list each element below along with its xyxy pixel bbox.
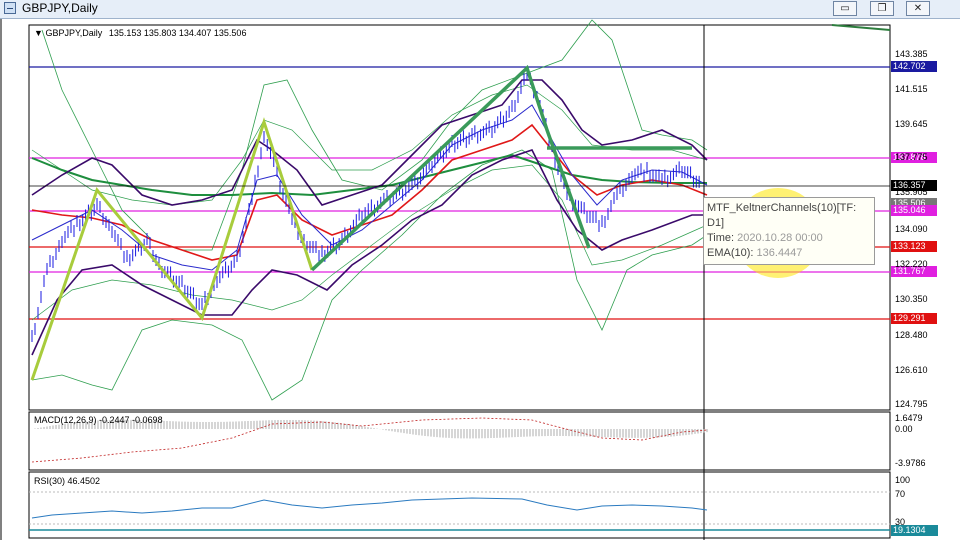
price-axis-label: 135.905 (895, 187, 928, 197)
trendline-lime (30, 117, 314, 381)
price-axis-label: 130.350 (895, 294, 928, 304)
price-axis-label: 124.795 (895, 399, 928, 409)
tooltip-time-label: Time: (707, 232, 735, 244)
close-button[interactable]: ✕ (906, 1, 930, 16)
rsi-panel-border (28, 471, 891, 539)
price-axis-label: 139.645 (895, 119, 928, 129)
tooltip-time-value: 2020.10.28 00:00 (737, 232, 823, 244)
indicator-tooltip: MTF_KeltnerChannels(10)[TF: D1] Time: 20… (703, 197, 875, 265)
rsi-value-badge: 19.1304 (891, 525, 938, 536)
hline-badge-142.702: 142.702 (891, 61, 937, 72)
offchart-ma-segment (831, 24, 891, 31)
header-symbol: GBPJPY,Daily (45, 28, 103, 38)
tooltip-indicator-name: MTF_KeltnerChannels(10)[TF: (707, 202, 857, 214)
macd-axis-bottom: -3.9786 (895, 458, 926, 468)
rsi-line (31, 497, 708, 519)
chart-canvas[interactable] (2, 19, 960, 540)
header-ohlc: 135.153 135.803 134.407 135.506 (108, 28, 247, 38)
window-titlebar: GBPJPY,Daily ▭ ❐ ✕ (0, 0, 960, 19)
macd-axis-zero: 0.00 (895, 424, 913, 434)
header-triangle-icon: ▼ (34, 28, 43, 38)
rsi-axis-100: 100 (895, 475, 911, 485)
price-axis-label: 128.480 (895, 330, 928, 340)
macd-header: MACD(12,26,9) -0.2447 -0.0698 (34, 415, 163, 425)
chart-window-icon (4, 2, 16, 14)
minimize-button[interactable]: ▭ (833, 1, 857, 16)
macd-axis-top: 1.6479 (895, 413, 923, 423)
price-axis-label: 143.385 (895, 49, 928, 59)
tooltip-indicator-tf: D1] (707, 217, 725, 229)
restore-button[interactable]: ❐ (870, 1, 894, 16)
price-axis-label: 132.220 (895, 259, 928, 269)
price-candles (31, 68, 700, 342)
rsi-header: RSI(30) 46.4502 (34, 476, 101, 486)
price-axis-label: 126.610 (895, 365, 928, 375)
terminal-window: GBPJPY,Daily ▭ ❐ ✕ 142.702 137.878 136.3… (0, 0, 960, 540)
hline-badge-135.046: 135.046 (891, 205, 937, 216)
window-title: GBPJPY,Daily (22, 1, 98, 15)
hline-badge-129.291: 129.291 (891, 313, 937, 324)
tooltip-ema-label: EMA(10): (707, 247, 754, 259)
main-chart-header: ▼ GBPJPY,Daily 135.153 135.803 134.407 1… (34, 28, 246, 38)
price-axis-label: 134.090 (895, 224, 928, 234)
price-axis-label: 141.515 (895, 84, 928, 94)
rsi-axis-70: 70 (895, 489, 906, 499)
chart-frame: 142.702 137.878 136.357 135.506 135.046 133.1… (0, 19, 960, 540)
tooltip-ema-value: 136.4447 (756, 247, 803, 259)
hline-badge-133.123: 133.123 (891, 241, 937, 252)
price-axis-label: 137.775 (895, 152, 928, 162)
